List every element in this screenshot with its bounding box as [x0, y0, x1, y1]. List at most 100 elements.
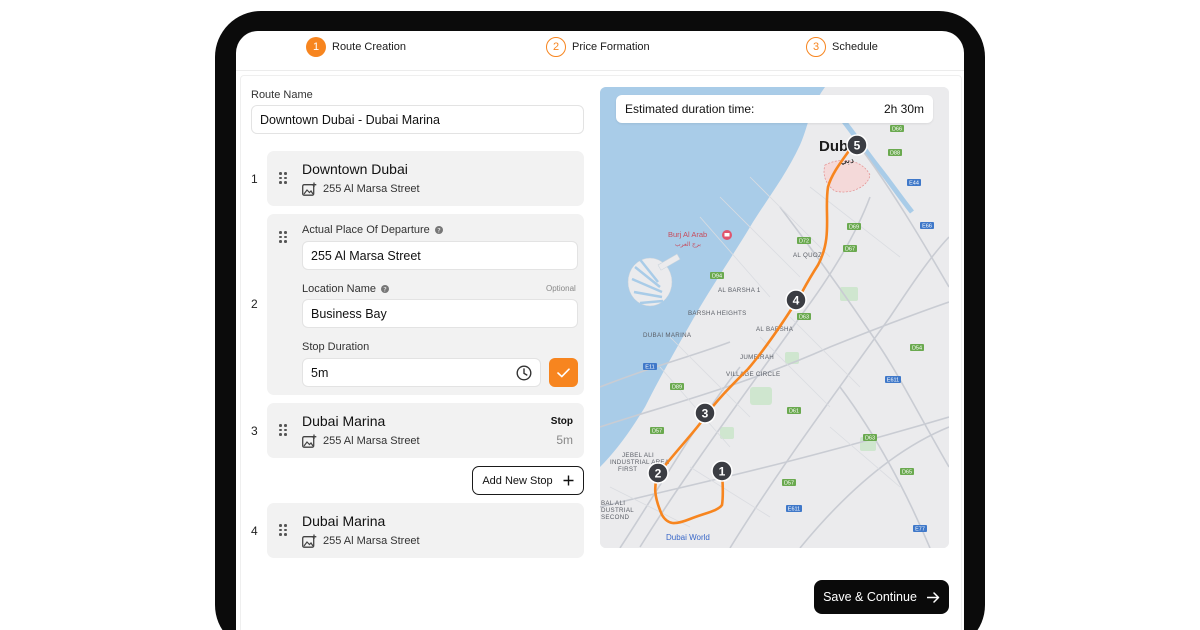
- step-schedule[interactable]: 3 Schedule: [806, 37, 878, 57]
- progress-stepper: 1 Route Creation 2 Price Formation 3 Sch…: [236, 31, 964, 71]
- marker-number: 1: [719, 465, 726, 479]
- road-badge-label: D88: [890, 151, 900, 157]
- drag-handle-icon[interactable]: [279, 424, 288, 436]
- step-number: 1: [306, 37, 326, 57]
- step-price-formation[interactable]: 2 Price Formation: [546, 37, 650, 57]
- road-badge-label: D63: [799, 315, 809, 321]
- road-badge-label: D89: [672, 385, 682, 391]
- road-badge-label: E611: [887, 378, 899, 384]
- map-label-al-barsha-1: AL BARSHA 1: [718, 287, 761, 294]
- app-screen: 1 Route Creation 2 Price Formation 3 Sch…: [236, 31, 964, 630]
- road-badge-label: E11: [645, 365, 654, 371]
- map-label-jvc-2: VILLAGE CIRCLE: [726, 371, 780, 378]
- optional-hint: Optional: [546, 284, 576, 293]
- step-route-creation[interactable]: 1 Route Creation: [306, 37, 406, 57]
- estimated-duration-card: Estimated duration time: 2h 30m: [616, 95, 933, 123]
- stop-duration-input[interactable]: 5m: [302, 358, 541, 387]
- step-number: 3: [806, 37, 826, 57]
- map-label-barsha-heights: BARSHA HEIGHTS: [688, 310, 747, 317]
- add-image-icon: [302, 534, 317, 548]
- stop-title: Downtown Dubai: [302, 161, 408, 177]
- marker-number: 3: [702, 407, 709, 421]
- road-badge-label: E77: [915, 527, 925, 533]
- map-label-jafza-1: BAL ALI: [601, 500, 625, 507]
- stop-card-1[interactable]: Downtown Dubai 255 Al Marsa Street: [267, 151, 584, 206]
- duration-label: Estimated duration time:: [625, 102, 755, 116]
- info-icon[interactable]: ?: [434, 226, 443, 234]
- address-text: 255 Al Marsa Street: [323, 183, 420, 195]
- stop-index: 4: [251, 524, 258, 538]
- info-icon[interactable]: ?: [381, 285, 389, 293]
- clock-icon[interactable]: [516, 364, 532, 381]
- stop-address: 255 Al Marsa Street: [302, 534, 420, 548]
- svg-text:?: ?: [437, 226, 440, 234]
- drag-handle-icon[interactable]: [279, 524, 288, 536]
- map-label-jafza-3: SECOND: [601, 514, 630, 521]
- route-name-label: Route Name: [251, 89, 313, 101]
- confirm-stop-button[interactable]: [549, 358, 578, 387]
- save-continue-button[interactable]: Save & Continue: [814, 580, 949, 614]
- stop-index: 2: [251, 297, 258, 311]
- address-text: 255 Al Marsa Street: [323, 535, 420, 547]
- road-badge-label: D69: [849, 225, 859, 231]
- route-name-input[interactable]: Downtown Dubai - Dubai Marina: [251, 105, 584, 134]
- road-badge-label: D61: [789, 409, 799, 415]
- road-badge-label: E66: [922, 224, 932, 230]
- step-label: Route Creation: [332, 41, 406, 53]
- map-label-jebel-ali: JEBEL ALI: [622, 452, 654, 459]
- road-badge-label: E611: [788, 507, 800, 513]
- marker-number: 2: [655, 467, 662, 481]
- road-badge-label: E44: [909, 181, 919, 187]
- add-new-stop-button[interactable]: Add New Stop: [472, 466, 584, 495]
- stop-badge-label: Stop: [550, 416, 573, 427]
- add-stop-label: Add New Stop: [482, 474, 553, 487]
- svg-text:?: ?: [383, 285, 386, 293]
- drag-handle-icon[interactable]: [279, 231, 288, 243]
- add-image-icon: [302, 182, 317, 196]
- route-marker-4[interactable]: 4: [785, 289, 807, 311]
- map-canvas[interactable]: D66 D88 E44 E66 D69 D72 D67 D94 E11 D63 …: [600, 87, 949, 548]
- check-icon: [557, 367, 570, 377]
- stop-address: 255 Al Marsa Street: [302, 182, 420, 196]
- departure-input[interactable]: 255 Al Marsa Street: [302, 241, 578, 270]
- route-marker-2[interactable]: 2: [647, 462, 669, 484]
- drag-handle-icon[interactable]: [279, 172, 288, 184]
- arrow-right-icon: [926, 591, 940, 603]
- save-label: Save & Continue: [823, 590, 917, 604]
- road-badge-label: D57: [652, 429, 662, 435]
- map-label-al-quoz: AL QUOZ: [793, 252, 822, 259]
- route-map[interactable]: D66 D88 E44 E66 D69 D72 D67 D94 E11 D63 …: [600, 87, 949, 548]
- road-badge-label: D72: [799, 239, 809, 245]
- road-badge-label: D67: [845, 247, 855, 253]
- stop-duration-label: Stop Duration: [302, 341, 370, 353]
- map-label-burj-al-arab-ar: برج العرب: [675, 241, 701, 248]
- road-badge-label: D57: [784, 481, 794, 487]
- stop-card-4[interactable]: Dubai Marina 255 Al Marsa Street: [267, 503, 584, 558]
- step-number: 2: [546, 37, 566, 57]
- route-marker-3[interactable]: 3: [694, 402, 716, 424]
- road-badge-label: D54: [912, 346, 922, 352]
- stop-card-3[interactable]: Dubai Marina 255 Al Marsa Street Stop 5m: [267, 403, 584, 458]
- step-label: Schedule: [832, 41, 878, 53]
- duration-value: 5m: [311, 365, 329, 380]
- route-marker-1[interactable]: 1: [711, 460, 733, 482]
- map-label-first: FIRST: [618, 466, 637, 473]
- departure-label: Actual Place Of Departure ?: [302, 224, 443, 236]
- stop-title: Dubai Marina: [302, 413, 386, 429]
- marker-number: 4: [793, 294, 800, 308]
- stop-index: 1: [251, 172, 258, 186]
- marker-number: 5: [854, 139, 861, 153]
- road-badge-label: D94: [712, 274, 722, 280]
- route-marker-5[interactable]: 5: [846, 134, 868, 156]
- location-label-text: Location Name: [302, 283, 376, 295]
- map-label-burj-al-arab: Burj Al Arab: [668, 230, 707, 239]
- hotel-pin-icon[interactable]: [722, 230, 732, 240]
- map-label-jafza-2: DUSTRIAL: [601, 507, 634, 514]
- duration-value: 2h 30m: [883, 102, 924, 116]
- step-label: Price Formation: [572, 41, 650, 53]
- road-badge-label: D66: [892, 127, 902, 133]
- road-badge-label: D63: [865, 436, 875, 442]
- map-label-dubai-marina: DUBAI MARINA: [643, 332, 692, 339]
- location-name-input[interactable]: Business Bay: [302, 299, 578, 328]
- map-label-dubai-world: Dubai World: [666, 533, 710, 542]
